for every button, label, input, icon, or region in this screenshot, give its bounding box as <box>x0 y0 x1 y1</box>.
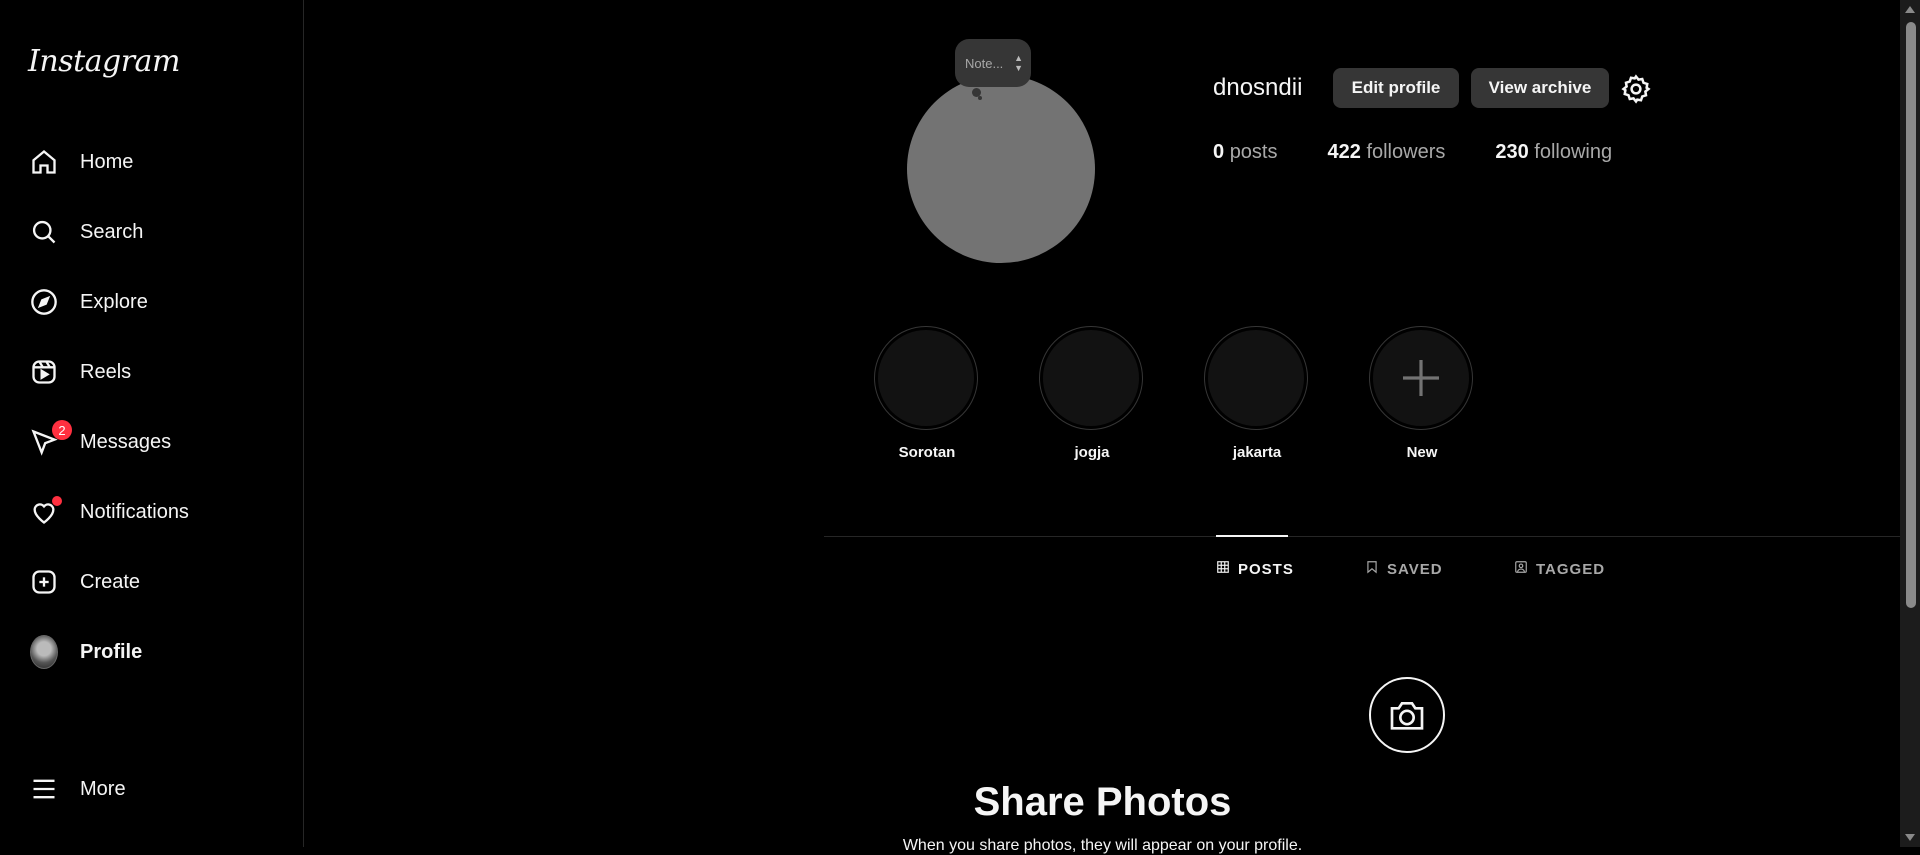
sidebar-item-notifications[interactable]: Notifications <box>16 484 288 540</box>
profile-stats: 0 posts 422 followers 230 following <box>1213 141 1662 164</box>
sidebar-item-label: Messages <box>80 430 172 453</box>
camera-icon <box>1369 677 1445 753</box>
gear-icon[interactable] <box>1621 74 1651 104</box>
sidebar-item-messages[interactable]: 2 Messages <box>16 414 288 470</box>
bookmark-icon <box>1365 560 1379 578</box>
highlight-sorotan[interactable]: Sorotan <box>874 326 980 461</box>
following-link[interactable]: 230 following <box>1495 141 1612 164</box>
home-icon <box>30 148 58 176</box>
empty-state-subtitle: When you share photos, they will appear … <box>902 837 1303 854</box>
instagram-logo[interactable]: Instagram <box>28 44 180 79</box>
note-tail <box>978 96 982 100</box>
profile-avatar[interactable] <box>907 75 1095 263</box>
sidebar-item-home[interactable]: Home <box>16 134 288 190</box>
highlight-cover <box>1043 330 1139 426</box>
reels-icon <box>30 358 58 386</box>
sidebar-item-label: Explore <box>80 290 148 313</box>
scroll-down-icon[interactable] <box>1905 834 1915 841</box>
empty-state-title: Share Photos <box>973 780 1232 824</box>
highlight-label: New <box>1406 444 1438 461</box>
scroll-up-icon[interactable] <box>1905 6 1915 13</box>
sidebar-item-create[interactable]: Create <box>16 554 288 610</box>
tab-saved[interactable]: SAVED <box>1365 560 1443 578</box>
sidebar-item-more[interactable]: More <box>16 761 288 817</box>
compass-icon <box>30 288 58 316</box>
tabs-divider <box>824 536 1920 537</box>
scrollbar[interactable] <box>1900 0 1920 847</box>
search-icon <box>30 218 58 246</box>
highlight-label: Sorotan <box>898 444 956 461</box>
grid-icon <box>1216 560 1230 578</box>
active-tab-indicator <box>1216 535 1288 537</box>
scroll-thumb[interactable] <box>1906 22 1916 608</box>
followers-link[interactable]: 422 followers <box>1328 141 1446 164</box>
highlight-cover <box>1208 330 1304 426</box>
highlight-new[interactable]: New <box>1369 326 1475 461</box>
sidebar: Instagram Home Search Explore Reels 2 Me… <box>0 0 304 847</box>
sidebar-item-explore[interactable]: Explore <box>16 274 288 330</box>
plus-square-icon <box>30 568 58 596</box>
messenger-icon: 2 <box>30 420 72 456</box>
highlight-label: jogja <box>1074 444 1110 461</box>
tag-user-icon <box>1514 560 1528 578</box>
messages-badge: 2 <box>52 420 72 440</box>
heart-icon <box>30 496 62 526</box>
note-placeholder: Note... <box>965 55 1004 71</box>
note-bubble[interactable]: Note... ▲ ▼ <box>955 39 1031 87</box>
highlight-jakarta[interactable]: jakarta <box>1204 326 1310 461</box>
highlight-jogja[interactable]: jogja <box>1039 326 1145 461</box>
sidebar-item-search[interactable]: Search <box>16 204 288 260</box>
sidebar-item-label: Notifications <box>80 500 189 523</box>
avatar <box>30 635 58 669</box>
posts-count: 0 posts <box>1213 141 1278 163</box>
notification-dot <box>52 496 62 506</box>
sidebar-item-label: Reels <box>80 360 132 383</box>
sidebar-item-label: More <box>80 777 126 800</box>
plus-icon <box>1403 360 1439 396</box>
menu-icon <box>30 775 58 803</box>
note-stepper-icon: ▲ ▼ <box>1014 53 1023 73</box>
edit-profile-button[interactable]: Edit profile <box>1333 68 1459 108</box>
sidebar-item-label: Search <box>80 220 144 243</box>
view-archive-button[interactable]: View archive <box>1471 68 1609 108</box>
profile-main: Note... ▲ ▼ dnosndii Edit profile View ar… <box>305 0 1920 854</box>
highlight-cover <box>878 330 974 426</box>
sidebar-item-reels[interactable]: Reels <box>16 344 288 400</box>
sidebar-item-label: Create <box>80 570 141 593</box>
sidebar-item-label: Home <box>80 150 134 173</box>
profile-username: dnosndii <box>1213 74 1303 101</box>
tab-posts[interactable]: POSTS <box>1216 560 1294 578</box>
sidebar-item-profile[interactable]: Profile <box>16 624 288 680</box>
sidebar-item-label: Profile <box>80 640 143 663</box>
highlight-label: jakarta <box>1232 444 1282 461</box>
tab-tagged[interactable]: TAGGED <box>1514 560 1605 578</box>
